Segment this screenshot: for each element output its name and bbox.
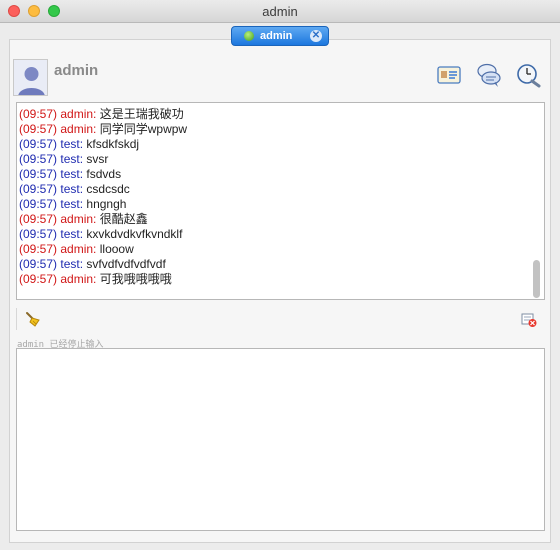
message-time: (09:57) (19, 197, 58, 211)
message-time: (09:57) (19, 227, 58, 241)
message-sender: admin: (60, 107, 97, 121)
tab-close-icon[interactable]: ✕ (310, 30, 322, 42)
chat-log[interactable]: (09:57) admin: 这是王瑞我破功 (09:57) admin: 同学… (16, 102, 545, 300)
message-sender: test: (60, 197, 84, 211)
message-text: svsr (86, 152, 109, 166)
chat-bubbles-icon[interactable] (476, 62, 502, 88)
message-row: (09:57) test: csdcsdc (19, 182, 130, 197)
alarm-clock-icon[interactable] (515, 62, 541, 88)
message-row: (09:57) test: svfvdfvdfvdfvdf (19, 257, 166, 272)
message-row: (09:57) test: fsdvds (19, 167, 121, 182)
message-time: (09:57) (19, 257, 58, 271)
message-time: (09:57) (19, 167, 58, 181)
clear-history-icon[interactable] (520, 312, 538, 328)
message-time: (09:57) (19, 152, 58, 166)
message-sender: admin: (60, 212, 97, 226)
contact-name: admin (54, 62, 99, 79)
message-sender: test: (60, 167, 84, 181)
message-text: 很酷赵鑫 (99, 212, 148, 226)
online-status-icon (244, 31, 254, 41)
message-time: (09:57) (19, 212, 58, 226)
message-sender: test: (60, 227, 84, 241)
message-text: svfvdfvdfvdfvdf (86, 257, 166, 271)
window-title: admin (262, 4, 298, 19)
message-row: (09:57) admin: llooow (19, 242, 134, 257)
message-time: (09:57) (19, 182, 58, 196)
message-sender: test: (60, 182, 84, 196)
message-row: (09:57) admin: 这是王瑞我破功 (19, 107, 184, 122)
broom-icon[interactable] (24, 310, 42, 328)
message-sender: admin: (60, 272, 97, 286)
message-row: (09:57) admin: 同学同学wpwpw (19, 122, 187, 137)
message-text: llooow (99, 242, 134, 256)
message-time: (09:57) (19, 137, 58, 151)
message-sender: admin: (60, 122, 97, 136)
message-text: 这是王瑞我破功 (99, 107, 184, 121)
tab-admin[interactable]: admin ✕ (231, 26, 329, 46)
message-row: (09:57) test: hngngh (19, 197, 126, 212)
message-row: (09:57) test: kfsdkfskdj (19, 137, 139, 152)
message-text: hngngh (86, 197, 127, 211)
message-time: (09:57) (19, 107, 58, 121)
message-sender: admin: (60, 242, 97, 256)
user-silhouette-icon (14, 60, 47, 95)
message-text: 同学同学wpwpw (99, 122, 188, 136)
window-titlebar: admin (0, 0, 560, 23)
message-row: (09:57) admin: 可我哦哦哦哦 (19, 272, 172, 287)
message-time: (09:57) (19, 272, 58, 286)
message-sender: test: (60, 152, 84, 166)
message-text: kxvkdvdkvfkvndklf (86, 227, 183, 241)
message-text: 可我哦哦哦哦 (99, 272, 172, 286)
message-row: (09:57) admin: 很酷赵鑫 (19, 212, 148, 227)
message-row: (09:57) test: svsr (19, 152, 108, 167)
chat-scrollbar-thumb[interactable] (533, 260, 540, 298)
message-sender: test: (60, 257, 84, 271)
tab-label: admin (260, 30, 293, 42)
message-time: (09:57) (19, 242, 58, 256)
avatar[interactable] (13, 59, 48, 96)
message-input[interactable] (16, 348, 545, 531)
message-row: (09:57) test: kxvkdvdkvfkvndklf (19, 227, 182, 242)
toolbar-divider (16, 308, 17, 330)
message-text: fsdvds (86, 167, 122, 181)
contact-card-icon[interactable] (436, 62, 462, 88)
message-time: (09:57) (19, 122, 58, 136)
message-text: kfsdkfskdj (86, 137, 140, 151)
message-text: csdcsdc (86, 182, 130, 196)
message-sender: test: (60, 137, 84, 151)
